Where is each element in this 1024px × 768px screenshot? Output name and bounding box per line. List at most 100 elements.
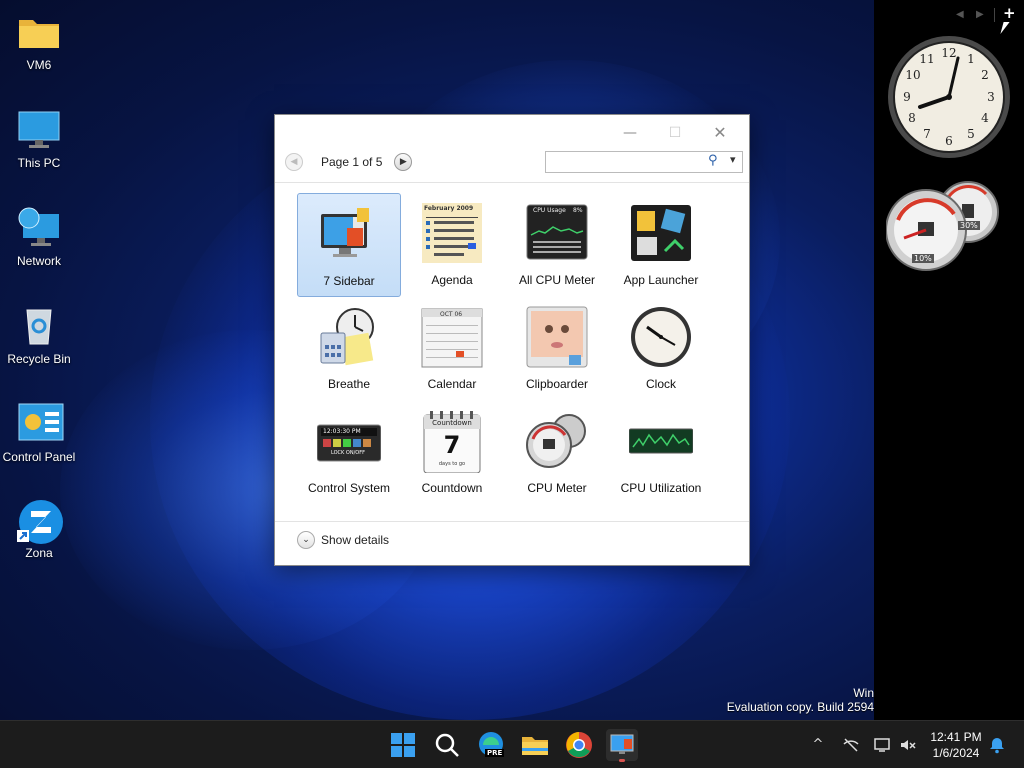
network-offline-icon[interactable] bbox=[842, 736, 860, 754]
cpu-utilization-icon bbox=[628, 409, 694, 473]
desktop-icon-control-panel[interactable]: Control Panel bbox=[0, 402, 78, 464]
cpu-percent-label: 10% bbox=[912, 254, 934, 263]
gadget-tile-agenda[interactable]: February 2009 Agenda bbox=[400, 193, 504, 297]
gadget-sidebar: ◀ ▶ + 12 1 2 345 678 9 10 11 10% 30% bbox=[874, 0, 1024, 720]
edge-button[interactable]: PRE bbox=[475, 729, 507, 761]
previous-page-button[interactable]: ◀ bbox=[285, 153, 303, 171]
search-icon[interactable]: ⚲ bbox=[708, 153, 718, 168]
svg-text:4: 4 bbox=[981, 111, 989, 125]
gadget-tile-app-launcher[interactable]: App Launcher bbox=[609, 193, 713, 297]
gadget-label: Clipboarder bbox=[525, 377, 589, 391]
file-explorer-button[interactable] bbox=[519, 729, 551, 761]
gadget-label: 7 Sidebar bbox=[323, 274, 375, 288]
cpu-meter-dial-icon bbox=[885, 181, 999, 271]
gadgets-app-icon bbox=[610, 734, 634, 754]
next-page-button[interactable]: ▶ bbox=[394, 153, 413, 171]
gadget-label: Clock bbox=[645, 377, 676, 391]
chrome-button[interactable] bbox=[563, 729, 595, 761]
countdown-footer: days to go bbox=[438, 461, 466, 467]
svg-text:9: 9 bbox=[903, 90, 911, 104]
header-divider bbox=[275, 182, 749, 183]
watermark-line2: Evaluation copy. Build 2594 bbox=[726, 700, 874, 714]
gadget-tile-countdown[interactable]: Countdown 7 days to go Countdown bbox=[400, 401, 504, 505]
countdown-icon: Countdown 7 days to go bbox=[420, 409, 484, 474]
desktop-icon-recycle-bin[interactable]: Recycle Bin bbox=[0, 304, 78, 366]
gadget-tile-breathe[interactable]: Breathe bbox=[297, 297, 401, 401]
all-cpu-meter-icon: CPU Usage 8% bbox=[525, 201, 589, 265]
recycle-bin-icon bbox=[17, 304, 61, 348]
sidebar-divider bbox=[994, 8, 995, 22]
desktop-icon-label: Recycle Bin bbox=[7, 352, 71, 366]
breathe-icon bbox=[317, 305, 381, 369]
cpu-usage-title: CPU Usage bbox=[533, 207, 566, 214]
volume-muted-icon[interactable] bbox=[899, 736, 917, 754]
calendar-icon: OCT 06 bbox=[420, 305, 484, 369]
search-box: ⚲ ▾ bbox=[545, 151, 743, 173]
windows-logo-icon bbox=[391, 733, 415, 757]
control-system-lock-label: LOCK ON/OFF bbox=[331, 450, 365, 456]
control-system-icon: 12:03:30 PM LOCK ON/OFF bbox=[316, 409, 382, 473]
zona-icon bbox=[17, 498, 63, 544]
gadget-tile-cpu-meter[interactable]: CPU Meter bbox=[505, 401, 609, 505]
search-dropdown-button[interactable]: ▾ bbox=[730, 153, 736, 166]
cpu-meter-icon bbox=[525, 409, 589, 473]
7-sidebar-icon bbox=[317, 202, 381, 266]
network-icon bbox=[17, 206, 61, 250]
calendar-month-label: OCT 06 bbox=[440, 311, 463, 318]
agenda-icon: February 2009 bbox=[420, 201, 484, 265]
app-launcher-icon bbox=[629, 201, 693, 265]
search-icon bbox=[435, 733, 459, 757]
cpu-meter-gadget[interactable]: 10% 30% bbox=[885, 180, 1010, 276]
svg-text:5: 5 bbox=[967, 127, 975, 141]
show-details-toggle[interactable]: ⌄ Show details bbox=[297, 531, 389, 549]
svg-text:11: 11 bbox=[919, 52, 934, 66]
search-button[interactable] bbox=[431, 729, 463, 761]
gadget-tile-all-cpu-meter[interactable]: CPU Usage 8% All CPU Meter bbox=[505, 193, 609, 297]
show-hidden-icons-button[interactable]: ^ bbox=[809, 736, 827, 754]
desktop-icon-this-pc[interactable]: This PC bbox=[0, 108, 78, 170]
countdown-title: Countdown bbox=[432, 419, 472, 427]
gadget-tile-calendar[interactable]: OCT 06 Calendar bbox=[400, 297, 504, 401]
gadget-tile-7-sidebar[interactable]: 7 Sidebar bbox=[297, 193, 401, 297]
svg-text:8: 8 bbox=[908, 111, 916, 125]
gadgets-taskbar-button[interactable] bbox=[606, 729, 638, 762]
maximize-button[interactable]: ☐ bbox=[658, 121, 692, 145]
folder-icon bbox=[522, 737, 548, 755]
desktop-icon-vm6[interactable]: VM6 bbox=[0, 10, 78, 72]
evaluation-watermark: Win Evaluation copy. Build 2594 bbox=[727, 686, 874, 714]
desktop-icon-network[interactable]: Network bbox=[0, 206, 78, 268]
sidebar-add-gadget-button[interactable]: + bbox=[1003, 4, 1016, 22]
desktop-icon-zona[interactable]: Zona bbox=[0, 498, 78, 560]
svg-text:1: 1 bbox=[967, 52, 975, 66]
notification-bell-icon[interactable] bbox=[988, 736, 1006, 754]
minimize-button[interactable]: — bbox=[613, 121, 647, 145]
search-input[interactable] bbox=[546, 153, 696, 173]
monitor-icon bbox=[17, 108, 61, 152]
gadget-tile-clipboarder[interactable]: Clipboarder bbox=[505, 297, 609, 401]
mouse-cursor-icon bbox=[1000, 22, 1010, 34]
sidebar-prev-button[interactable]: ◀ bbox=[956, 9, 964, 20]
desktop-icon-label: Control Panel bbox=[2, 450, 76, 464]
clipboarder-icon bbox=[525, 305, 589, 369]
clock-face-icon: 12 12 345 678 91011 bbox=[888, 36, 1010, 158]
desktop-icon-label: This PC bbox=[17, 156, 61, 170]
chrome-icon bbox=[566, 732, 592, 758]
gadget-label: App Launcher bbox=[623, 273, 699, 287]
gadget-tile-control-system[interactable]: 12:03:30 PM LOCK ON/OFF Control System bbox=[297, 401, 401, 505]
gadget-tile-cpu-utilization[interactable]: CPU Utilization bbox=[609, 401, 713, 505]
footer-divider bbox=[275, 521, 749, 522]
gadget-label: CPU Meter bbox=[527, 481, 587, 495]
clock-gadget[interactable]: 12 1 2 345 678 9 10 11 bbox=[886, 34, 1012, 160]
start-button[interactable] bbox=[387, 729, 419, 761]
close-button[interactable]: ✕ bbox=[703, 121, 737, 145]
clock-date: 1/6/2024 bbox=[932, 746, 980, 760]
gadget-tile-clock[interactable]: Clock bbox=[609, 297, 713, 401]
gadget-gallery-window: — ☐ ✕ ◀ Page 1 of 5 ▶ ⚲ ▾ 7 Sidebar Febr… bbox=[274, 114, 750, 566]
gadget-label: Countdown bbox=[421, 481, 483, 495]
desktop-icon-label: Network bbox=[16, 254, 61, 268]
edge-pre-badge: PRE bbox=[485, 749, 505, 757]
system-clock[interactable]: 12:41 PM 1/6/2024 bbox=[924, 729, 988, 761]
display-icon[interactable] bbox=[873, 736, 891, 754]
agenda-month-label: February 2009 bbox=[424, 205, 474, 212]
sidebar-next-button[interactable]: ▶ bbox=[976, 9, 984, 20]
